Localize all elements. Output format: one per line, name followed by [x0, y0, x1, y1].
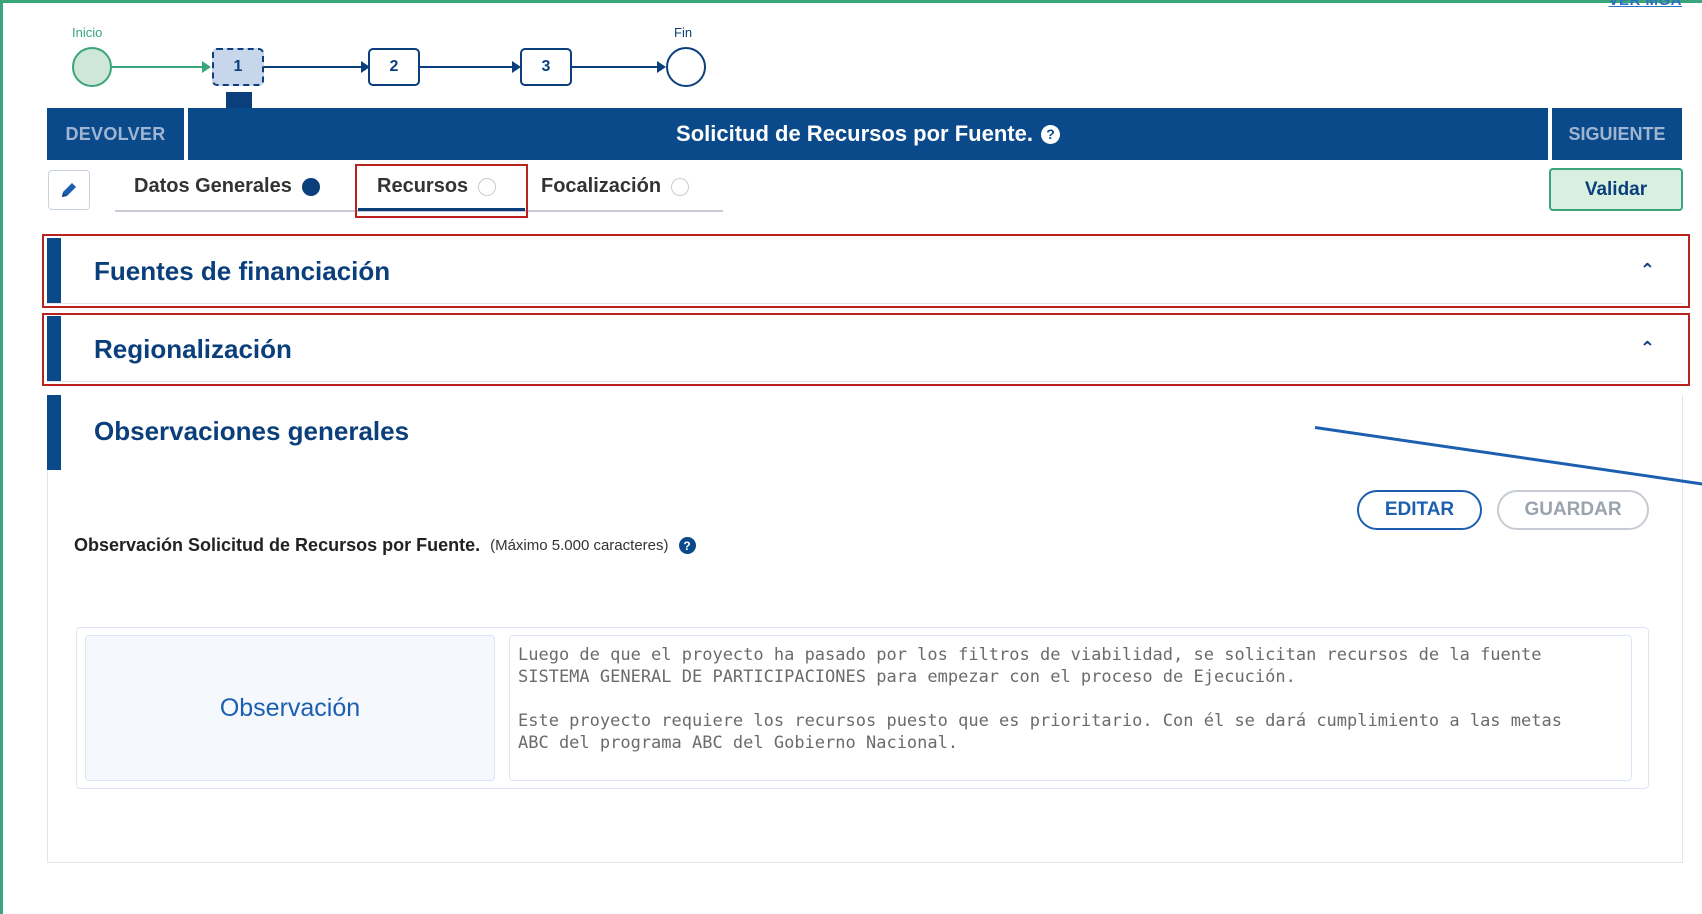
status-pending-icon [671, 177, 690, 196]
page-title: Solicitud de Recursos por Fuente. [676, 121, 1033, 146]
siguiente-button[interactable]: SIGUIENTE [1552, 108, 1682, 160]
observacion-textarea[interactable]: Luego de que el proyecto ha pasado por l… [509, 635, 1632, 781]
tab-label: Datos Generales [134, 175, 292, 197]
status-complete-icon [301, 177, 320, 196]
edit-pencil-button[interactable] [48, 170, 90, 210]
observacion-paragraph: Luego de que el proyecto ha pasado por l… [518, 644, 1623, 688]
text-line: Este proyecto requiere los recursos pues… [518, 711, 1562, 731]
highlight-box-regionalizacion [42, 313, 1690, 386]
flow-start-label: Inicio [72, 25, 103, 40]
observacion-row-label: Observación [85, 635, 495, 781]
flow-step-2[interactable]: 2 [368, 48, 420, 86]
flow-step-1[interactable]: 1 [212, 48, 264, 86]
question-circle-icon[interactable]: ? [678, 537, 696, 554]
ver-mga-link[interactable]: VER MGA [1608, 0, 1682, 9]
guardar-button[interactable]: GUARDAR [1497, 490, 1649, 530]
text-line: ABC del programa ABC del Gobierno Nacion… [518, 733, 959, 753]
tab-focalizacion[interactable]: Focalización [541, 175, 690, 198]
flow-connector [572, 66, 658, 68]
tab-label: Focalización [541, 175, 662, 197]
header-bar: DEVOLVER Solicitud de Recursos por Fuent… [47, 108, 1682, 160]
flow-start-node [72, 47, 112, 87]
text-line: Luego de que el proyecto ha pasado por l… [518, 645, 1542, 665]
validar-button[interactable]: Validar [1549, 168, 1683, 211]
tab-datos-generales[interactable]: Datos Generales [134, 175, 320, 198]
flow-connector [112, 66, 204, 68]
pencil-icon [62, 183, 76, 197]
flow-connector [420, 66, 515, 68]
observacion-field-label: Observación Solicitud de Recursos por Fu… [74, 535, 696, 556]
observaciones-title: Observaciones generales [94, 416, 410, 446]
page-title-bar: Solicitud de Recursos por Fuente. ? [188, 108, 1548, 160]
editar-button[interactable]: EDITAR [1357, 490, 1482, 530]
highlight-box-recursos [355, 164, 528, 218]
highlight-box-fuentes [42, 234, 1690, 308]
flow-connector [264, 66, 364, 68]
text-line: SISTEMA GENERAL DE PARTICIPACIONES para … [518, 667, 1296, 687]
max-characters-note: (Máximo 5.000 caracteres) [490, 537, 669, 554]
accordion-accent-bar [47, 395, 61, 470]
observacion-paragraph: Este proyecto requiere los recursos pues… [518, 710, 1623, 754]
devolver-button[interactable]: DEVOLVER [47, 108, 184, 160]
arrow-right-icon [202, 61, 211, 73]
flow-end-node [666, 47, 706, 87]
question-circle-icon[interactable]: ? [1040, 124, 1060, 144]
flow-step-3[interactable]: 3 [520, 48, 572, 86]
arrow-right-icon [657, 61, 666, 73]
observacion-label-text: Observación Solicitud de Recursos por Fu… [74, 535, 481, 555]
flow-end-label: Fin [674, 25, 693, 40]
